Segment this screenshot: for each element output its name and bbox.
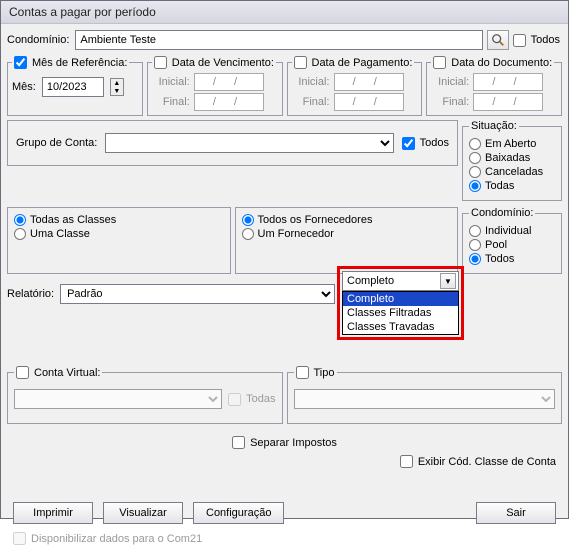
- condominio-label: Condomínio:: [7, 34, 69, 46]
- grupo-todos-checkbox-input[interactable]: [402, 137, 415, 150]
- todas-classes-radio[interactable]: Todas as Classes: [14, 214, 224, 226]
- conta-virtual-legend[interactable]: Conta Virtual:: [14, 366, 102, 379]
- doc-final-label: Final:: [431, 96, 469, 108]
- condominio-box: Condomínio: Individual Pool Todos: [462, 207, 562, 274]
- data-pag-legend[interactable]: Data de Pagamento:: [292, 56, 415, 69]
- todos-checkbox-label: Todos: [531, 34, 560, 46]
- spinner-up-icon[interactable]: ▲: [111, 79, 123, 87]
- separar-impostos-input[interactable]: [232, 436, 245, 449]
- data-venc-checkbox[interactable]: [154, 56, 167, 69]
- mes-ref-checkbox[interactable]: [14, 56, 27, 69]
- todos-checkbox-input[interactable]: [513, 34, 526, 47]
- conta-virtual-box: Conta Virtual: Todas: [7, 366, 283, 424]
- search-icon: [491, 33, 505, 47]
- grupo-conta-select[interactable]: [105, 133, 393, 153]
- doc-inicial-input: [473, 73, 543, 91]
- tipo-box: Tipo: [287, 366, 563, 424]
- search-button[interactable]: [487, 30, 509, 50]
- conta-virtual-todas: Todas: [228, 393, 275, 406]
- situacao-canceladas[interactable]: Canceladas: [469, 166, 555, 178]
- fornecedores-box: Todos os Fornecedores Um Fornecedor: [235, 207, 459, 274]
- mes-referencia-box: Mês de Referência: Mês: ▲ ▼: [7, 56, 143, 116]
- button-row: Imprimir Visualizar Configuração Sair: [7, 502, 562, 524]
- visualizar-button[interactable]: Visualizar: [103, 502, 183, 524]
- data-documento-box: Data do Documento: Inicial: Final:: [426, 56, 562, 116]
- tipo-relatorio-combo[interactable]: Completo ▼: [342, 271, 459, 291]
- condominio-row: Condomínio: Todos: [7, 30, 562, 50]
- data-vencimento-box: Data de Vencimento: Inicial: Final:: [147, 56, 283, 116]
- tipo-select: [294, 389, 556, 409]
- exibir-cod-input[interactable]: [400, 455, 413, 468]
- pag-inicial-label: Inicial:: [292, 76, 330, 88]
- body: Condomínio: Todos Mês de Referência: Mês…: [1, 24, 568, 554]
- mes-label: Mês:: [12, 81, 36, 93]
- grupo-conta-box: Grupo de Conta: Todos: [7, 120, 458, 166]
- classes-box: Todas as Classes Uma Classe: [7, 207, 231, 274]
- data-pag-checkbox[interactable]: [294, 56, 307, 69]
- data-doc-checkbox[interactable]: [433, 56, 446, 69]
- exibir-cod-checkbox[interactable]: Exibir Cód. Classe de Conta: [400, 455, 556, 468]
- uma-classe-radio[interactable]: Uma Classe: [14, 228, 224, 240]
- configuracao-button[interactable]: Configuração: [193, 502, 284, 524]
- date-row: Mês de Referência: Mês: ▲ ▼ Data de Venc…: [7, 56, 562, 116]
- dropdown-opt-classes-filtradas[interactable]: Classes Filtradas: [343, 306, 458, 320]
- grupo-conta-label: Grupo de Conta:: [16, 137, 97, 149]
- todos-fornecedores-radio[interactable]: Todos os Fornecedores: [242, 214, 452, 226]
- situacao-baixadas[interactable]: Baixadas: [469, 152, 555, 164]
- mes-spinner[interactable]: ▲ ▼: [110, 78, 124, 96]
- mes-input[interactable]: [42, 77, 104, 97]
- relatorio-select[interactable]: Padrão: [60, 284, 335, 304]
- situacao-box: Situação: Em Aberto Baixadas Canceladas …: [462, 120, 562, 201]
- com21-checkbox-input: [13, 532, 26, 545]
- window: Contas a pagar por período Condomínio: T…: [0, 0, 569, 519]
- data-doc-legend[interactable]: Data do Documento:: [431, 56, 554, 69]
- situacao-legend: Situação:: [469, 120, 519, 132]
- chevron-down-icon[interactable]: ▼: [440, 273, 456, 289]
- tipo-relatorio-dropdown[interactable]: Completo Classes Filtradas Classes Trava…: [342, 291, 459, 335]
- dropdown-opt-completo[interactable]: Completo: [343, 292, 458, 306]
- spinner-down-icon[interactable]: ▼: [111, 87, 123, 95]
- highlight-box: Completo ▼ Completo Classes Filtradas Cl…: [337, 266, 464, 340]
- pag-inicial-input: [334, 73, 404, 91]
- venc-inicial-input: [194, 73, 264, 91]
- sair-button[interactable]: Sair: [476, 502, 556, 524]
- window-title: Contas a pagar por período: [1, 1, 568, 24]
- tipo-legend[interactable]: Tipo: [294, 366, 337, 379]
- venc-final-label: Final:: [152, 96, 190, 108]
- conta-virtual-todas-checkbox: [228, 393, 241, 406]
- cond-pool-radio[interactable]: Pool: [469, 239, 555, 251]
- cond-todos-radio[interactable]: Todos: [469, 253, 555, 265]
- um-fornecedor-radio[interactable]: Um Fornecedor: [242, 228, 452, 240]
- situacao-em-aberto[interactable]: Em Aberto: [469, 138, 555, 150]
- pag-final-input: [334, 93, 404, 111]
- doc-final-input: [473, 93, 543, 111]
- imprimir-button[interactable]: Imprimir: [13, 502, 93, 524]
- data-pagamento-box: Data de Pagamento: Inicial: Final:: [287, 56, 423, 116]
- com21-checkbox[interactable]: Disponibilizar dados para o Com21: [13, 532, 202, 545]
- doc-inicial-label: Inicial:: [431, 76, 469, 88]
- grupo-todos-checkbox[interactable]: Todos: [402, 137, 449, 150]
- data-venc-legend[interactable]: Data de Vencimento:: [152, 56, 276, 69]
- mes-ref-legend[interactable]: Mês de Referência:: [12, 56, 129, 69]
- cond-individual-radio[interactable]: Individual: [469, 225, 555, 237]
- pag-final-label: Final:: [292, 96, 330, 108]
- venc-final-input: [194, 93, 264, 111]
- venc-inicial-label: Inicial:: [152, 76, 190, 88]
- todos-checkbox[interactable]: Todos: [513, 34, 560, 47]
- relatorio-label: Relatório:: [7, 288, 54, 300]
- condominio-box-legend: Condomínio:: [469, 207, 535, 219]
- conta-virtual-checkbox[interactable]: [16, 366, 29, 379]
- separar-impostos-checkbox[interactable]: Separar Impostos: [232, 436, 337, 449]
- situacao-todas[interactable]: Todas: [469, 180, 555, 192]
- condominio-input[interactable]: [75, 30, 482, 50]
- dropdown-opt-classes-travadas[interactable]: Classes Travadas: [343, 320, 458, 334]
- tipo-checkbox[interactable]: [296, 366, 309, 379]
- conta-virtual-select: [14, 389, 222, 409]
- tipo-relatorio-value: Completo: [347, 275, 394, 287]
